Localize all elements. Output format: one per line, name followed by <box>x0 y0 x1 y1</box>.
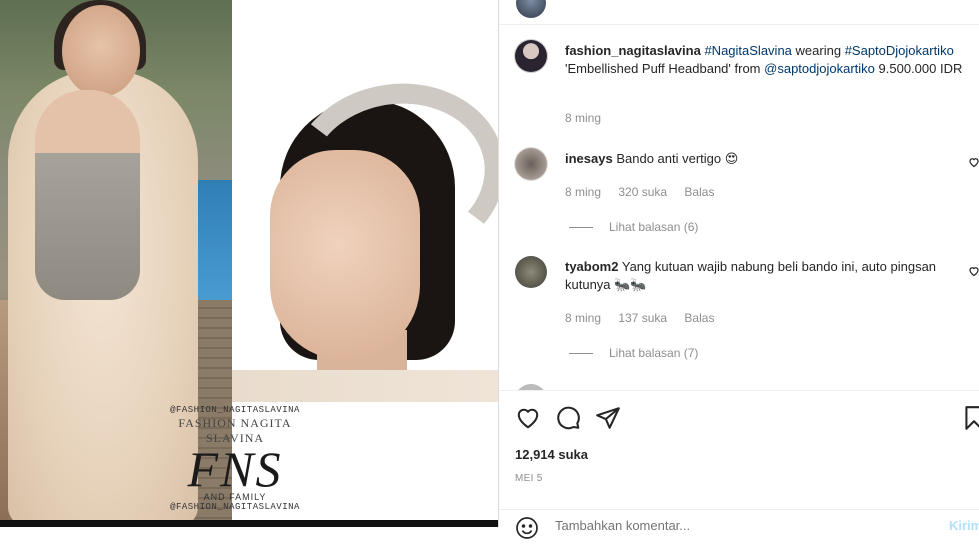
comment-text: Bando anti vertigo <box>616 151 722 166</box>
caption-time[interactable]: 8 ming <box>565 111 601 125</box>
image-bottom-edge <box>0 520 498 527</box>
caption-text-mid: wearing <box>795 43 842 58</box>
comments-list[interactable]: fashion_nagitaslavina #NagitaSlavina wea… <box>499 24 979 390</box>
caption-hashtag-2[interactable]: #SaptoDjojokartiko <box>845 43 954 58</box>
post-comment-button[interactable]: Kirim <box>949 518 979 533</box>
view-replies-label: Lihat balasan (6) <box>609 220 699 234</box>
woman-face <box>62 5 140 97</box>
watermark-handle-top: @FASHION_NAGITASLAVINA <box>170 405 300 415</box>
comment-likes[interactable]: 320 suka <box>618 185 667 199</box>
watermark-sub: AND FAMILY <box>203 492 267 502</box>
caption-mention[interactable]: @saptodjojokartiko <box>764 61 875 76</box>
view-replies-button[interactable]: Lihat balasan (6) <box>569 220 698 234</box>
reply-button[interactable]: Balas <box>684 311 714 325</box>
post-header <box>499 0 979 25</box>
comment-like-icon[interactable] <box>968 265 979 277</box>
header-avatar[interactable] <box>516 0 546 18</box>
caption-avatar[interactable] <box>515 40 547 72</box>
post-actions: 12,914 suka MEI 5 Kirim <box>499 390 979 539</box>
add-comment-bar: Kirim <box>499 509 979 540</box>
comment-likes[interactable]: 137 suka <box>618 311 667 325</box>
headband-model-photo <box>232 0 498 402</box>
replies-divider <box>569 353 593 355</box>
comment-like-icon[interactable] <box>968 156 979 168</box>
bookmark-icon[interactable] <box>961 405 979 431</box>
watermark: @FASHION_NAGITASLAVINA FASHION NAGITA SL… <box>160 405 310 512</box>
comment-icon[interactable] <box>555 405 581 431</box>
comment-avatar[interactable] <box>515 148 547 180</box>
post-date[interactable]: MEI 5 <box>515 473 543 484</box>
likes-count[interactable]: 12,914 suka <box>515 447 588 462</box>
replies-divider <box>569 227 593 229</box>
caption-text-product: 'Embellished Puff Headband' from <box>565 61 761 76</box>
caption-hashtag-1[interactable]: #NagitaSlavina <box>704 43 791 58</box>
share-icon[interactable] <box>595 405 621 431</box>
comment-input[interactable] <box>555 518 915 533</box>
comment-time[interactable]: 8 ming <box>565 185 601 199</box>
comment-username[interactable]: inesays <box>565 151 613 166</box>
comment-meta: 8 ming 320 suka Balas <box>565 185 728 199</box>
caption: fashion_nagitaslavina #NagitaSlavina wea… <box>565 42 965 78</box>
comment-time[interactable]: 8 ming <box>565 311 601 325</box>
view-replies-button[interactable]: Lihat balasan (7) <box>569 346 698 360</box>
watermark-handle-bottom: @FASHION_NAGITASLAVINA <box>170 502 300 512</box>
reply-button[interactable]: Balas <box>684 185 714 199</box>
comment-2: tyabom2 Yang kutuan wajib nabung beli ba… <box>565 258 955 294</box>
comment-avatar[interactable] <box>515 256 547 288</box>
baby-figure <box>35 90 140 300</box>
comment-meta: 8 ming 137 suka Balas <box>565 311 728 325</box>
comment-emoji: 🐜🐜 <box>614 277 647 292</box>
post-image[interactable]: @FASHION_NAGITASLAVINA FASHION NAGITA SL… <box>0 0 498 527</box>
heart-icon[interactable] <box>515 405 541 431</box>
caption-text-price: 9.500.000 IDR <box>878 61 963 76</box>
model-collar <box>232 370 498 402</box>
comment-emoji: 😍 <box>724 151 739 166</box>
emoji-icon[interactable] <box>515 516 539 540</box>
post-side-panel: fashion_nagitaslavina #NagitaSlavina wea… <box>498 0 979 539</box>
watermark-logo: FNS <box>187 441 283 497</box>
comment-username[interactable]: tyabom2 <box>565 259 618 274</box>
caption-username[interactable]: fashion_nagitaslavina <box>565 43 701 58</box>
view-replies-label: Lihat balasan (7) <box>609 346 699 360</box>
comment-1: inesays Bando anti vertigo 😍 <box>565 150 955 168</box>
caption-meta: 8 ming <box>565 111 615 125</box>
